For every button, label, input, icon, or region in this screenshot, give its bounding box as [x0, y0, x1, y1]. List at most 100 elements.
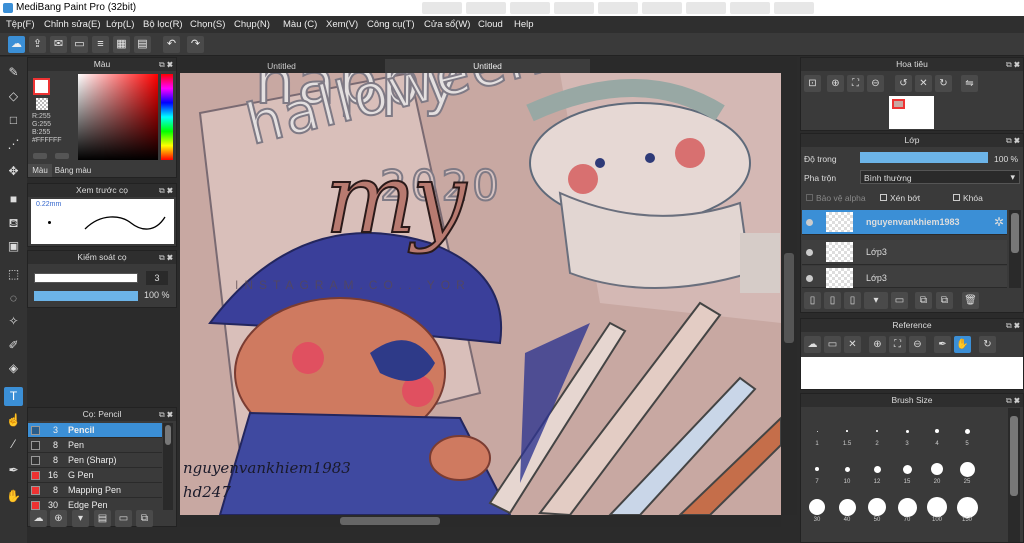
lasso-tool-icon[interactable]: ◌ — [4, 289, 23, 308]
select-eraser-icon[interactable]: ◈ — [4, 359, 23, 378]
move-tool-icon[interactable]: ✥ — [4, 162, 23, 181]
add-brush-icon[interactable]: ⊕ — [50, 510, 67, 527]
new-halftone-layer-icon[interactable]: ▯ — [824, 292, 841, 309]
operation-tool-icon[interactable]: ☝ — [4, 411, 23, 430]
page-icon[interactable]: ≡ — [92, 36, 109, 53]
ref-hand-icon[interactable]: ✋ — [954, 336, 971, 353]
ref-fit-icon[interactable]: ⛶ — [889, 336, 906, 353]
eraser-tool-icon[interactable]: ◇ — [4, 87, 23, 106]
brush-item[interactable]: 30 Edge Pen — [28, 498, 162, 510]
tab-color[interactable]: Màu — [28, 164, 52, 177]
brush-size-dot[interactable] — [927, 497, 947, 517]
clipping-checkbox[interactable]: Xén bớt — [880, 193, 920, 203]
reset-color-button[interactable] — [55, 153, 69, 159]
new-layer-icon[interactable]: ▯ — [804, 292, 821, 309]
color-saturation-picker[interactable] — [78, 74, 158, 160]
fill-rect-icon[interactable]: ■ — [4, 190, 23, 209]
hand-tool-icon[interactable]: ✋ — [4, 487, 23, 506]
tab-untitled-1[interactable]: Untitled — [180, 59, 383, 73]
brush-item[interactable]: 3Pencil✲ — [28, 423, 162, 438]
gear-icon[interactable]: ✲ — [994, 215, 1004, 229]
eyedropper-icon[interactable]: ✒ — [4, 461, 23, 480]
comment-icon[interactable]: ✉ — [50, 36, 67, 53]
brush-item[interactable]: 16 G Pen — [28, 468, 162, 483]
brush-size-dot[interactable] — [815, 467, 819, 471]
brush-size-dot[interactable] — [876, 430, 878, 432]
dotted-brush-icon[interactable]: ⋰ — [4, 135, 23, 154]
ref-rotate-icon[interactable]: ↻ — [979, 336, 996, 353]
gradient-tool-icon[interactable]: ▣ — [4, 237, 23, 256]
nav-reset-icon[interactable]: ✕ — [915, 75, 932, 92]
nav-zoom-out-icon[interactable]: ⊖ — [867, 75, 884, 92]
canvas-vertical-scrollbar[interactable] — [781, 73, 797, 515]
reference-canvas[interactable] — [801, 357, 1023, 389]
ref-cloud-icon[interactable]: ☁ — [804, 336, 821, 353]
brush-size-slider[interactable] — [34, 273, 138, 283]
canvas[interactable]: happy halloween 2020 my INSTAGRAM.CO...Y… — [180, 73, 781, 515]
cloud-icon[interactable]: ☁ — [8, 36, 25, 53]
add-layer-menu-icon[interactable]: ▾ — [864, 292, 888, 309]
ref-zoom-in-icon[interactable]: ⊕ — [869, 336, 886, 353]
menu-select[interactable]: Chọn(S) — [190, 19, 225, 30]
ref-eyedropper-icon[interactable]: ✒ — [934, 336, 951, 353]
layer-opacity-slider[interactable] — [860, 152, 988, 163]
nav-rotate-left-icon[interactable]: ↺ — [895, 75, 912, 92]
protect-alpha-checkbox[interactable]: Bảo vệ alpha — [806, 193, 866, 203]
grid-icon[interactable]: ▦ — [113, 36, 130, 53]
foreground-color-swatch[interactable] — [33, 78, 50, 95]
menu-layer[interactable]: Lớp(L) — [106, 19, 134, 30]
brush-size-dot[interactable] — [838, 498, 856, 516]
menu-tools[interactable]: Công cụ(T) — [367, 19, 415, 30]
navigator-thumbnail[interactable] — [889, 96, 934, 129]
undo-icon[interactable]: ↶ — [163, 36, 180, 53]
swap-color-button[interactable] — [33, 153, 47, 159]
add-brush-menu-icon[interactable]: ▾ — [72, 510, 89, 527]
tab-untitled-2[interactable]: Untitled — [385, 59, 590, 73]
brush-size-dot[interactable] — [846, 430, 848, 432]
menu-color[interactable]: Màu (C) — [283, 19, 317, 30]
blend-mode-select[interactable]: Bình thường ▾ — [860, 170, 1020, 184]
select-tool-icon[interactable]: ⬚ — [4, 265, 23, 284]
layer-row-active[interactable]: nguyenvankhiem1983 ✲ — [802, 210, 1007, 235]
ref-open-icon[interactable]: ▭ — [824, 336, 841, 353]
tab-palette[interactable]: Bảng màu — [53, 164, 93, 177]
redo-icon[interactable]: ↷ — [187, 36, 204, 53]
transparent-swatch[interactable] — [36, 98, 48, 110]
hue-slider[interactable] — [161, 74, 173, 160]
nav-zoom-in-icon[interactable]: ⊕ — [827, 75, 844, 92]
brush-size-dot[interactable] — [956, 496, 978, 518]
divide-tool-icon[interactable]: ⁄ — [4, 435, 23, 454]
layer-row[interactable]: Lớp3 — [802, 266, 1007, 288]
menu-filter[interactable]: Bộ lọc(R) — [143, 19, 183, 30]
comic-icon[interactable]: ▭ — [71, 36, 88, 53]
menu-view[interactable]: Xem(V) — [326, 19, 358, 30]
export-icon[interactable]: ⇪ — [29, 36, 46, 53]
duplicate-layer-icon[interactable]: ⧉ — [915, 292, 932, 309]
cloud-brush-icon[interactable]: ☁ — [30, 510, 47, 527]
brush-tool-icon[interactable]: ✎ — [4, 63, 23, 82]
rect-tool-icon[interactable]: □ — [4, 111, 23, 130]
brush-size-scrollbar[interactable] — [1008, 408, 1020, 542]
menu-file[interactable]: Tệp(F) — [6, 19, 35, 30]
brush-size-dot[interactable] — [868, 498, 886, 516]
new-8bit-layer-icon[interactable]: ▯ — [844, 292, 861, 309]
brush-size-dot[interactable] — [905, 429, 909, 433]
brush-size-dot[interactable] — [935, 429, 939, 433]
magic-wand-icon[interactable]: ✧ — [4, 312, 23, 331]
menu-edit[interactable]: Chỉnh sửa(E) — [44, 19, 101, 30]
delete-layer-icon[interactable]: 🗑 — [962, 292, 979, 309]
brush-size-dot[interactable] — [964, 428, 970, 434]
brush-item[interactable]: 8 Mapping Pen — [28, 483, 162, 498]
nav-rotate-right-icon[interactable]: ↻ — [935, 75, 952, 92]
nav-fit-icon[interactable]: ⛶ — [847, 75, 864, 92]
menu-cloud[interactable]: Cloud — [478, 19, 503, 30]
layer-scrollbar[interactable] — [1009, 210, 1021, 288]
duplicate-brush-icon[interactable]: ⧉ — [136, 510, 153, 527]
brush-size-dot[interactable] — [809, 499, 825, 515]
nav-zoom-fit-icon[interactable]: ⊡ — [804, 75, 821, 92]
canvas-horizontal-scrollbar[interactable] — [180, 515, 781, 527]
nav-flip-icon[interactable]: ⇋ — [961, 75, 978, 92]
brush-size-dot[interactable] — [959, 461, 975, 477]
brush-list-scrollbar[interactable] — [163, 423, 173, 510]
menu-window[interactable]: Cửa sổ(W) — [424, 19, 470, 30]
